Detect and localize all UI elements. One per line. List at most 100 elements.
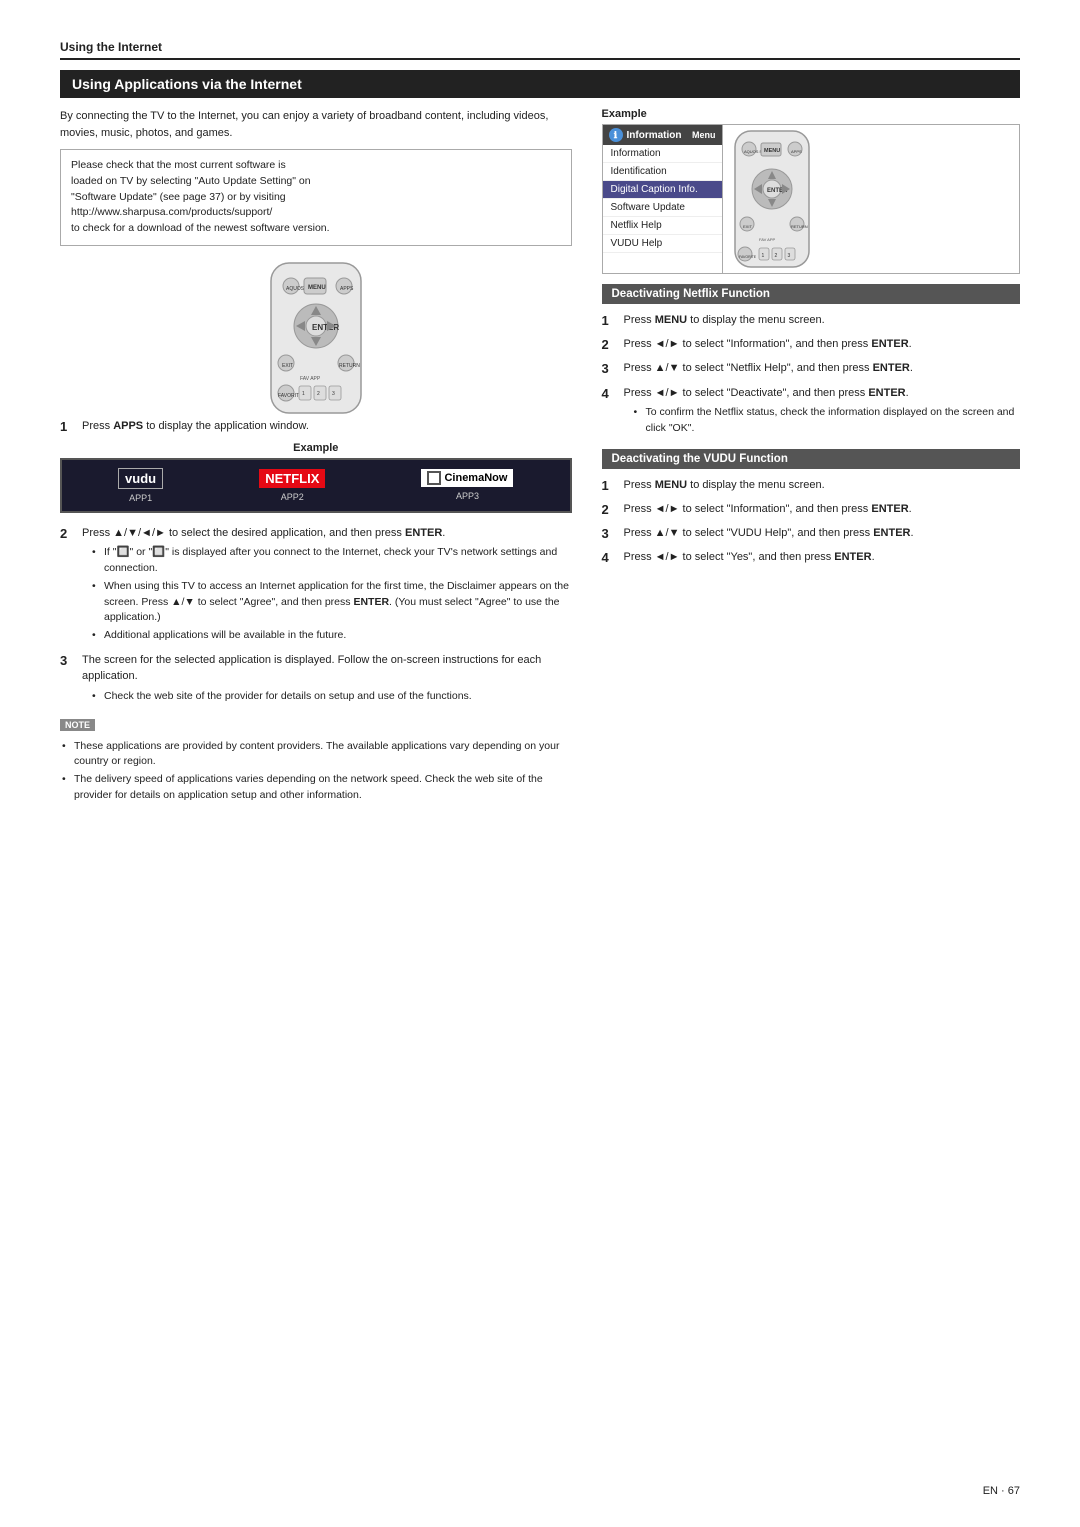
svg-text:APPS: APPS [340, 286, 354, 292]
netflix-step-1-content: Press MENU to display the menu screen. [624, 312, 1021, 329]
bullet-2-3: Additional applications will be availabl… [92, 628, 572, 644]
vudu-step-3: 3 Press ▲/▼ to select "VUDU Help", and t… [602, 525, 1021, 543]
svg-text:ENTER: ENTER [312, 323, 339, 332]
netflix-logo: NETFLIX [259, 469, 325, 488]
cinemanow-logo: CinemaNow [421, 469, 513, 487]
step-3-content: The screen for the selected application … [82, 652, 572, 707]
svg-text:APPS: APPS [791, 149, 802, 154]
page-header: Using the Internet [60, 40, 1020, 60]
intro-text: By connecting the TV to the Internet, yo… [60, 108, 572, 141]
bullet-2-2: When using this TV to access an Internet… [92, 579, 572, 626]
vudu-step-2-content: Press ◄/► to select "Information", and t… [624, 501, 1021, 518]
netflix-step-num-3: 3 [602, 360, 618, 378]
menu-item-vudu-help: VUDU Help [603, 235, 722, 253]
step-num-3: 3 [60, 652, 76, 670]
step-1-content: Press APPS to display the application wi… [82, 418, 572, 435]
svg-text:FAVORITE: FAVORITE [739, 255, 757, 259]
deactivate-vudu-title: Deactivating the VUDU Function [602, 449, 1021, 469]
page-number: EN · 67 [983, 1485, 1020, 1497]
remote-diagram-left: AQUOS NET MENU APPS ENTER EXIT RETURN FA… [256, 258, 376, 418]
step-3: 3 The screen for the selected applicatio… [60, 652, 572, 707]
deactivate-netflix-title: Deactivating Netflix Function [602, 284, 1021, 304]
app-label-2: APP2 [281, 492, 304, 502]
svg-text:2: 2 [774, 253, 777, 259]
svg-text:2: 2 [317, 391, 320, 397]
note-label: NOTE [60, 719, 95, 731]
vudu-step-1: 1 Press MENU to display the menu screen. [602, 477, 1021, 495]
svg-text:3: 3 [332, 391, 335, 397]
vudu-step-3-content: Press ▲/▼ to select "VUDU Help", and the… [624, 525, 1021, 542]
bullet-3-1: Check the web site of the provider for d… [92, 689, 572, 705]
netflix-step-num-4: 4 [602, 385, 618, 403]
note-box: Please check that the most current softw… [60, 149, 572, 246]
vudu-step-num-4: 4 [602, 549, 618, 567]
main-title: Using Applications via the Internet [60, 70, 1020, 98]
remote-diagram-right: AQUOS NET MENU APPS ENTER [727, 129, 817, 269]
menu-label: Menu [692, 130, 716, 140]
step-2-content: Press ▲/▼/◄/► to select the desired appl… [82, 525, 572, 646]
svg-text:MENU: MENU [764, 148, 780, 154]
step-1: 1 Press APPS to display the application … [60, 418, 572, 436]
vudu-logo: vudu [118, 468, 163, 489]
vudu-step-1-content: Press MENU to display the menu screen. [624, 477, 1021, 494]
note-bullet-1: These applications are provided by conte… [62, 739, 572, 771]
svg-text:FAV APP: FAV APP [759, 237, 775, 242]
netflix-bullet: To confirm the Netflix status, check the… [634, 405, 1021, 437]
example-label-right: Example [602, 108, 1021, 120]
netflix-step-2: 2 Press ◄/► to select "Information", and… [602, 336, 1021, 354]
svg-text:RETURN: RETURN [339, 363, 360, 369]
menu-info-label: Information [627, 130, 682, 141]
section-label: Using the Internet [60, 40, 162, 54]
vudu-step-4: 4 Press ◄/► to select "Yes", and then pr… [602, 549, 1021, 567]
note-line-1: Please check that the most current softw… [71, 159, 330, 234]
step-2: 2 Press ▲/▼/◄/► to select the desired ap… [60, 525, 572, 646]
netflix-step-3: 3 Press ▲/▼ to select "Netflix Help", an… [602, 360, 1021, 378]
svg-text:1: 1 [302, 391, 305, 397]
svg-text:FAV APP: FAV APP [300, 376, 321, 382]
app-label-1: APP1 [129, 493, 152, 503]
page-footer: EN · 67 [983, 1485, 1020, 1497]
menu-item-identification: Identification [603, 163, 722, 181]
menu-header: ℹ Information Menu [603, 125, 722, 145]
svg-text:1: 1 [761, 253, 764, 259]
right-column: Example ℹ Information Menu Information I… [602, 108, 1021, 806]
example-label-left: Example [60, 442, 572, 454]
menu-list: ℹ Information Menu Information Identific… [603, 125, 723, 273]
menu-item-software-update: Software Update [603, 199, 722, 217]
remote-right: AQUOS NET MENU APPS ENTER [723, 125, 821, 273]
vudu-step-num-1: 1 [602, 477, 618, 495]
vudu-step-num-3: 3 [602, 525, 618, 543]
netflix-step-num-2: 2 [602, 336, 618, 354]
netflix-step-num-1: 1 [602, 312, 618, 330]
netflix-step-4: 4 Press ◄/► to select "Deactivate", and … [602, 385, 1021, 439]
app-item-cinemanow: CinemaNow APP3 [421, 469, 513, 501]
svg-text:EXIT: EXIT [282, 363, 293, 369]
netflix-step-2-content: Press ◄/► to select "Information", and t… [624, 336, 1021, 353]
vudu-step-2: 2 Press ◄/► to select "Information", and… [602, 501, 1021, 519]
app-item-netflix: NETFLIX APP2 [259, 469, 325, 502]
info-icon: ℹ [609, 128, 623, 142]
note-section: NOTE These applications are provided by … [60, 719, 572, 804]
left-column: By connecting the TV to the Internet, yo… [60, 108, 572, 806]
app-label-3: APP3 [456, 491, 479, 501]
note-bullet-2: The delivery speed of applications varie… [62, 772, 572, 804]
menu-diagram: ℹ Information Menu Information Identific… [602, 124, 1021, 274]
menu-item-netflix-help: Netflix Help [603, 217, 722, 235]
bullet-2-1: If "🔲" or "🔲" is displayed after you con… [92, 545, 572, 577]
netflix-step-4-content: Press ◄/► to select "Deactivate", and th… [624, 385, 1021, 439]
vudu-step-num-2: 2 [602, 501, 618, 519]
app-window: vudu APP1 NETFLIX APP2 CinemaNow APP3 [60, 458, 572, 513]
app-item-vudu: vudu APP1 [118, 468, 163, 503]
svg-text:RETURN: RETURN [791, 224, 808, 229]
svg-text:3: 3 [787, 253, 790, 259]
menu-item-digital-caption: Digital Caption Info. [603, 181, 722, 199]
netflix-step-3-content: Press ▲/▼ to select "Netflix Help", and … [624, 360, 1021, 377]
svg-text:MENU: MENU [308, 285, 326, 291]
step-num-1: 1 [60, 418, 76, 436]
vudu-step-4-content: Press ◄/► to select "Yes", and then pres… [624, 549, 1021, 566]
svg-text:EXIT: EXIT [743, 224, 752, 229]
netflix-step-1: 1 Press MENU to display the menu screen. [602, 312, 1021, 330]
menu-item-information: Information [603, 145, 722, 163]
step-num-2: 2 [60, 525, 76, 543]
example-section-right: Example ℹ Information Menu Information I… [602, 108, 1021, 274]
